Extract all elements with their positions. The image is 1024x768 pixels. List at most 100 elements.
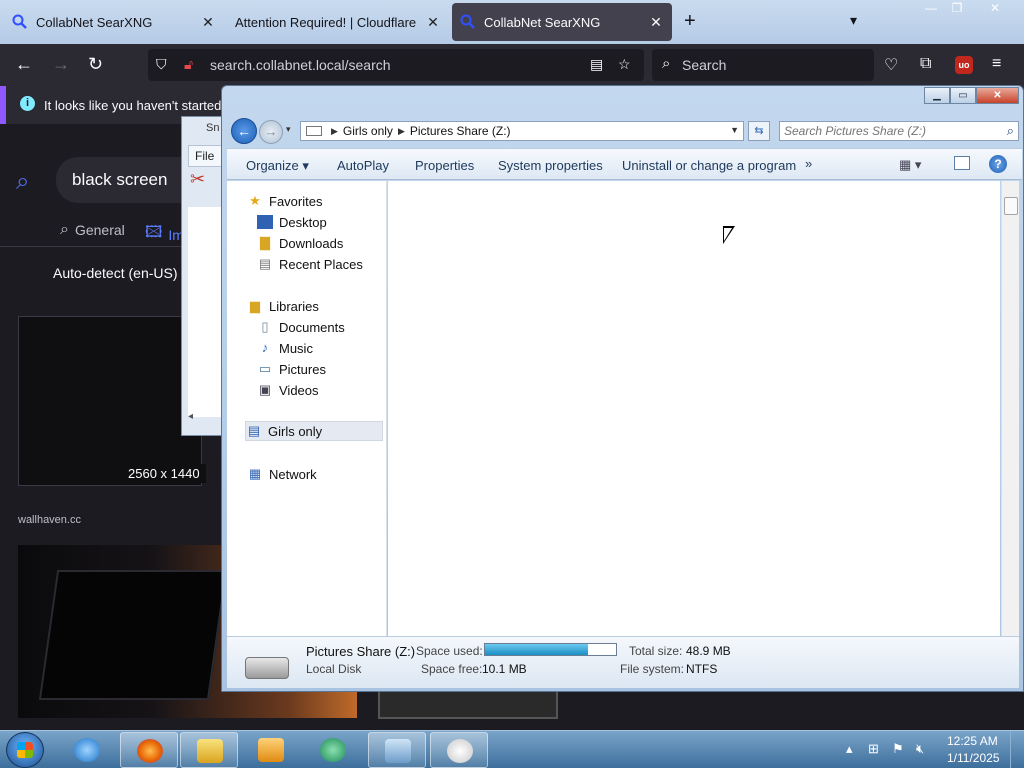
nav-pictures[interactable]: ▭ Pictures <box>257 359 326 379</box>
clock-time[interactable]: 12:25 AM <box>947 734 998 748</box>
nav-recent-places[interactable]: ▤ Recent Places <box>257 254 363 274</box>
search-icon[interactable]: ⌕ <box>1007 123 1014 139</box>
reload-icon[interactable]: ↻ <box>88 54 103 75</box>
action-center-flag-icon[interactable]: ⚑ <box>892 741 904 757</box>
pocket-icon[interactable]: ♡ <box>884 55 898 75</box>
taskbar-explorer[interactable] <box>180 732 238 768</box>
minimize-icon[interactable]: ▁ <box>924 87 950 104</box>
browser-tab-active[interactable]: CollabNet SearXNG ✕ <box>452 3 672 41</box>
forward-arrow-icon[interactable]: → <box>52 54 70 75</box>
breadcrumb-separator-icon[interactable]: ▶ <box>331 126 338 137</box>
scissors-icon[interactable]: ✂ <box>190 169 205 190</box>
nav-network[interactable]: ▦ Network <box>247 464 317 484</box>
desktop-icon <box>257 215 273 229</box>
volume-muted-icon[interactable]: 🔇︎ <box>916 741 924 757</box>
file-list-pane[interactable] <box>388 181 1000 636</box>
address-dropdown-icon[interactable]: ▼ <box>730 125 739 135</box>
taskbar-app[interactable] <box>304 732 362 768</box>
image-result[interactable] <box>378 689 558 719</box>
search-bar[interactable]: ⌕ Search <box>652 49 874 81</box>
clock-date[interactable]: 1/11/2025 <box>947 751 1000 765</box>
taskbar-snipping-tool[interactable] <box>430 732 488 768</box>
browser-tab[interactable]: CollabNet SearXNG ✕ <box>4 3 224 41</box>
close-icon[interactable]: ✕ <box>976 87 1019 104</box>
autoplay-button[interactable]: AutoPlay <box>337 158 389 173</box>
breadcrumb-separator-icon[interactable]: ▶ <box>398 126 405 137</box>
url-text[interactable]: search.collabnet.local/search <box>210 57 391 73</box>
address-row: ← → ▾ ▶ Girls only ▶ Pictures Share (Z:)… <box>229 118 1021 144</box>
network-icon: ▦ <box>248 466 262 481</box>
downloads-folder-icon: ▇ <box>260 235 270 250</box>
minimize-icon[interactable]: — <box>918 0 944 18</box>
info-icon: i <box>20 96 35 111</box>
search-box[interactable]: ⌕ <box>779 121 1019 141</box>
browser-tab[interactable]: Attention Required! | Cloudflare ✕ <box>227 3 449 41</box>
forward-button[interactable]: → <box>259 120 283 144</box>
new-tab-icon[interactable]: + <box>684 10 696 33</box>
recent-pages-icon[interactable]: ▾ <box>286 124 291 135</box>
back-arrow-icon[interactable]: ← <box>15 54 33 75</box>
network-tray-icon[interactable]: ⊞ <box>868 741 879 757</box>
search-input[interactable] <box>780 122 990 140</box>
nav-libraries[interactable]: ▆ Libraries <box>247 296 319 316</box>
bookmark-star-icon[interactable]: ☆ <box>618 56 631 73</box>
window-title: Sn <box>206 122 220 134</box>
breadcrumb-item[interactable]: Girls only <box>343 124 393 138</box>
nav-documents[interactable]: ▯ Documents <box>257 317 344 337</box>
address-bar[interactable]: ⛉ 🔓︎ search.collabnet.local/search ▤ ☆ <box>148 49 644 81</box>
restore-icon[interactable]: ❐ <box>944 0 970 18</box>
breadcrumb[interactable]: ▶ Girls only ▶ Pictures Share (Z:) ▼ <box>300 121 744 141</box>
snipping-tool-icon <box>447 739 473 763</box>
searxng-logo-search-icon[interactable]: ⌕ <box>16 168 29 196</box>
nav-downloads[interactable]: ▇ Downloads <box>257 233 343 253</box>
properties-button[interactable]: Properties <box>415 158 474 173</box>
snipping-tool-window[interactable]: Sn File ✂ ◂ <box>181 116 228 436</box>
locale-selector[interactable]: Auto-detect (en-US) <box>53 265 178 281</box>
start-button[interactable] <box>6 732 44 768</box>
nav-videos[interactable]: ▣ Videos <box>257 380 319 400</box>
hamburger-menu-icon[interactable]: ≡ <box>992 55 1001 73</box>
nav-desktop[interactable]: Desktop <box>257 212 327 232</box>
extensions-icon[interactable]: ⧉ <box>920 55 931 73</box>
help-icon[interactable]: ? <box>989 155 1007 173</box>
show-hidden-icons-icon[interactable]: ▴ <box>846 741 853 757</box>
more-commands-button[interactable]: » <box>805 156 812 171</box>
browser-tab-bar: CollabNet SearXNG ✕ Attention Required! … <box>0 0 1024 44</box>
nav-favorites[interactable]: ★ Favorites <box>247 191 322 211</box>
chevron-down-icon[interactable]: ▾ <box>850 12 857 29</box>
preview-pane-button[interactable] <box>954 156 970 170</box>
system-properties-button[interactable]: System properties <box>498 158 603 173</box>
taskbar-media-player[interactable] <box>242 732 300 768</box>
vertical-scrollbar[interactable] <box>1001 181 1019 636</box>
tab-images[interactable]: 🖾︎ Im <box>145 221 184 248</box>
ublock-origin-icon[interactable]: uo <box>955 56 973 74</box>
tab-general[interactable]: ⌕ General <box>60 221 125 239</box>
lock-insecure-icon[interactable]: 🔓︎ <box>184 56 193 73</box>
shield-icon[interactable]: ⛉ <box>156 56 167 73</box>
show-desktop-button[interactable] <box>1010 731 1024 768</box>
organize-button[interactable]: Organize ▾ <box>246 158 309 174</box>
close-icon[interactable]: ✕ <box>970 0 1020 18</box>
close-tab-icon[interactable]: ✕ <box>200 14 216 31</box>
uninstall-program-button[interactable]: Uninstall or change a program <box>622 158 796 173</box>
taskbar-control-panel[interactable] <box>368 732 426 768</box>
maximize-icon[interactable]: ▭ <box>950 87 976 104</box>
taskbar-firefox[interactable] <box>120 732 178 768</box>
reader-view-icon[interactable]: ▤ <box>590 56 603 73</box>
image-result[interactable] <box>18 316 202 486</box>
scroll-left-icon[interactable]: ◂ <box>188 411 193 422</box>
nav-music[interactable]: ♪ Music <box>257 338 313 358</box>
tab-title: CollabNet SearXNG <box>36 14 153 30</box>
nav-label: Music <box>279 340 313 356</box>
scrollbar-thumb[interactable] <box>1004 197 1018 215</box>
documents-icon: ▯ <box>261 319 269 334</box>
close-tab-icon[interactable]: ✕ <box>648 14 664 31</box>
back-button[interactable]: ← <box>231 118 257 144</box>
breadcrumb-item[interactable]: Pictures Share (Z:) <box>410 124 511 138</box>
image-source[interactable]: wallhaven.cc <box>18 514 81 526</box>
refresh-button[interactable]: ⇆ <box>748 121 770 141</box>
change-view-button[interactable]: ▦ ▾ <box>899 157 921 173</box>
taskbar-internet-explorer[interactable] <box>58 732 116 768</box>
close-tab-icon[interactable]: ✕ <box>425 14 441 31</box>
nav-computer[interactable]: ▤ Girls only <box>245 421 383 441</box>
